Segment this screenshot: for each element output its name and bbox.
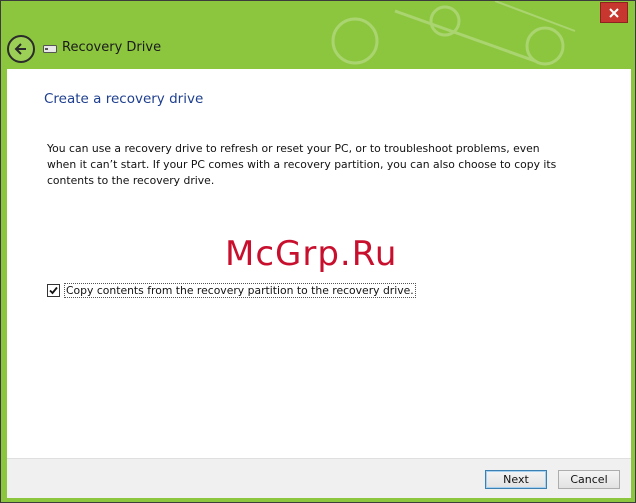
back-arrow-icon (14, 43, 26, 55)
copy-partition-option[interactable]: Copy contents from the recovery partitio… (47, 283, 416, 298)
cancel-button[interactable]: Cancel (558, 470, 620, 489)
footer-bar: Next Cancel (7, 458, 631, 499)
title-bar: Recovery Drive (1, 1, 635, 69)
next-button[interactable]: Next (485, 470, 547, 489)
drive-icon (43, 45, 57, 53)
description-text: You can use a recovery drive to refresh … (47, 142, 557, 187)
copy-partition-checkbox[interactable] (47, 284, 60, 297)
content-area: Create a recovery drive You can use a re… (7, 69, 631, 458)
recovery-drive-window: Recovery Drive Create a recovery drive Y… (0, 0, 636, 503)
back-button[interactable] (7, 35, 35, 63)
background-decoration (331, 1, 576, 66)
copy-partition-label[interactable]: Copy contents from the recovery partitio… (64, 283, 416, 298)
close-icon (609, 7, 619, 18)
checkmark-icon (49, 286, 58, 295)
bottom-border (1, 498, 635, 502)
close-button[interactable] (600, 2, 628, 23)
window-title: Recovery Drive (62, 40, 162, 55)
watermark-text: McGrp.Ru (225, 234, 398, 274)
page-heading: Create a recovery drive (44, 91, 204, 107)
